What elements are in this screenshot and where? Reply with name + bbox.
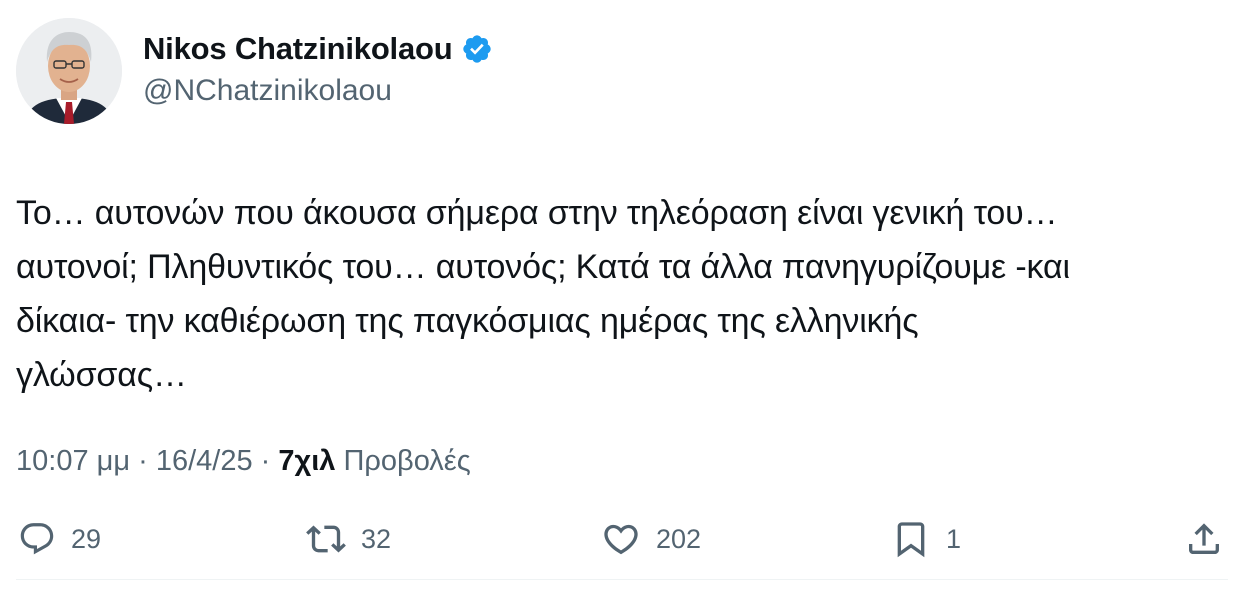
bookmark-button[interactable]: 1 — [891, 516, 961, 562]
reply-button[interactable]: 29 — [18, 516, 101, 562]
retweet-count: 32 — [361, 523, 392, 554]
share-icon — [1189, 523, 1219, 554]
tweet-date[interactable]: 16/4/25 — [156, 445, 253, 477]
tweet-meta: 10:07 μμ · 16/4/25 · 7χιλ Προβολές — [16, 445, 471, 478]
author-handle[interactable]: @NChatzinikolaou — [143, 74, 392, 108]
like-button[interactable]: 202 — [601, 516, 701, 562]
bookmark-count: 1 — [946, 523, 962, 554]
tweet-line: αυτονοί; Πληθυντικός του… αυτονός; Κατά … — [16, 248, 1070, 286]
retweet-button[interactable]: 32 — [306, 516, 391, 562]
tweet-line: δίκαια- την καθιέρωση της παγκόσμιας ημέ… — [16, 302, 919, 340]
meta-separator: · — [252, 445, 279, 477]
like-count: 202 — [656, 523, 702, 554]
author-name-row: Nikos Chatzinikolaou — [143, 28, 493, 70]
tweet-line: γλώσσας… — [16, 356, 187, 394]
verified-badge-icon[interactable] — [461, 33, 493, 65]
profile-photo — [16, 18, 122, 124]
heart-icon — [604, 524, 638, 555]
retweet-icon — [306, 525, 346, 553]
meta-separator: · — [130, 445, 156, 477]
author-display-name[interactable]: Nikos Chatzinikolaou — [143, 31, 453, 67]
reply-count: 29 — [71, 523, 102, 554]
share-button[interactable] — [1184, 516, 1224, 562]
tweet-actions: 29 32 202 1 — [0, 516, 1244, 562]
views-label: Προβολές — [343, 445, 471, 477]
bookmark-icon — [897, 522, 925, 558]
tweet-text: Το… αυτονών που άκουσα σήμερα στην τηλεό… — [16, 186, 1231, 402]
divider — [16, 579, 1228, 580]
reply-icon — [20, 523, 54, 555]
avatar[interactable] — [16, 18, 122, 124]
views-count: 7χιλ — [278, 445, 336, 477]
tweet-line: Το… αυτονών που άκουσα σήμερα στην τηλεό… — [16, 194, 1058, 232]
tweet-time[interactable]: 10:07 μμ — [16, 445, 130, 477]
